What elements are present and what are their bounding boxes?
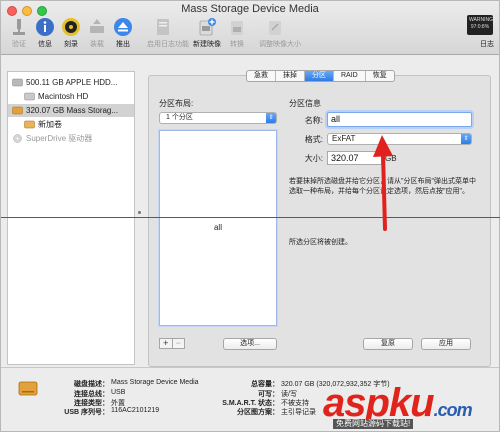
split-view-handle[interactable] <box>138 211 141 214</box>
size-label: 大小: <box>304 154 323 163</box>
partition-block-label[interactable]: all <box>160 223 276 232</box>
annotation-arrow-icon <box>373 135 393 231</box>
revert-button[interactable]: 复原 <box>363 338 413 350</box>
watermark-tld: .com <box>433 400 473 420</box>
eject-button[interactable]: 推出 <box>107 17 139 49</box>
new-image-label: 新建映像 <box>193 41 221 48</box>
title-bar: Mass Storage Device Media 验证 信息 刻录 装载 推出… <box>1 1 499 55</box>
window-title: Mass Storage Device Media <box>181 3 319 15</box>
disk-utility-window: Mass Storage Device Media 验证 信息 刻录 装载 推出… <box>0 0 500 432</box>
sidebar-item-mass-storage[interactable]: 320.07 GB Mass Storag... <box>8 104 134 117</box>
disk-description-value: Mass Storage Device Media <box>111 379 199 386</box>
external-disk-icon <box>18 381 38 396</box>
name-input[interactable]: all <box>327 112 472 127</box>
sidebar-item-new-volume[interactable]: 新加卷 <box>8 118 134 131</box>
add-partition-button[interactable]: + <box>160 339 172 348</box>
volume-icon <box>24 120 35 129</box>
partition-layout-title: 分区布局: <box>159 99 194 108</box>
disk-description-key: 磁盘描述： <box>74 381 109 388</box>
convert-button[interactable]: 转换 <box>221 17 253 49</box>
apply-button[interactable]: 应用 <box>421 338 471 350</box>
volume-icon <box>24 92 35 101</box>
sidebar-item-label: 新加卷 <box>38 120 62 129</box>
partition-layout-map: all <box>159 130 277 326</box>
resize-image-label: 调整映像大小 <box>259 41 301 48</box>
optical-drive-icon <box>13 134 22 143</box>
burn-icon <box>62 18 80 36</box>
tab-partition[interactable]: 分区 <box>305 71 334 81</box>
convert-icon <box>231 21 243 35</box>
log-display: WARNING 97:0:8% <box>469 17 493 30</box>
sidebar-item-label: Macintosh HD <box>38 92 89 101</box>
external-disk-icon <box>12 106 23 115</box>
remove-partition-button[interactable]: − <box>171 339 185 348</box>
name-label: 名称: <box>304 116 323 125</box>
convert-label: 转换 <box>230 41 244 48</box>
partition-layout-select[interactable]: 1 个分区 ⇕ <box>159 112 277 124</box>
sidebar: 500.11 GB APPLE HDD... Macintosh HD 320.… <box>7 71 135 365</box>
info-icon <box>36 18 54 36</box>
bus-value: USB <box>111 389 126 396</box>
sidebar-item-label: 320.07 GB Mass Storag... <box>26 106 119 115</box>
resize-image-icon <box>269 21 281 35</box>
sidebar-item-macintosh-hd[interactable]: Macintosh HD <box>8 90 134 103</box>
partition-scheme-key: 分区图方案： <box>237 409 279 416</box>
sidebar-item-label: 500.11 GB APPLE HDD... <box>26 78 118 87</box>
partition-scheme-value: 主引导记录 <box>281 409 316 416</box>
eject-label: 推出 <box>116 41 130 48</box>
sidebar-item-label: SuperDrive 驱动器 <box>26 134 93 143</box>
format-select[interactable]: ExFAT ⇕ <box>327 133 472 145</box>
tab-first-aid[interactable]: 急救 <box>247 71 276 81</box>
annotation-line <box>1 217 500 218</box>
resize-image-button[interactable]: 调整映像大小 <box>259 17 301 49</box>
eject-icon <box>114 18 132 36</box>
log-icon[interactable]: WARNING 97:0:8% <box>467 15 493 35</box>
sidebar-item-superdrive[interactable]: SuperDrive 驱动器 <box>8 132 134 145</box>
sidebar-item-apple-hdd[interactable]: 500.11 GB APPLE HDD... <box>8 76 134 89</box>
usb-serial-key: USB 序列号： <box>64 409 109 416</box>
new-image-button[interactable]: 新建映像 <box>191 17 223 49</box>
journal-icon <box>157 19 169 35</box>
partition-layout-value: 1 个分区 <box>166 114 193 121</box>
log-label: 日志 <box>480 41 494 48</box>
watermark-subtitle: 免费网站源码下载站! <box>333 419 414 429</box>
mount-icon <box>90 19 104 33</box>
partition-status-text: 所选分区将被创建。 <box>289 239 352 246</box>
new-image-icon <box>199 18 216 36</box>
microscope-icon <box>13 19 25 35</box>
tab-bar: 急救 抹掉 分区 RAID 恢复 <box>246 70 395 82</box>
hard-disk-icon <box>12 78 23 87</box>
capacity-key: 总容量： <box>251 381 279 388</box>
usb-serial-value: 116AC2101219 <box>111 407 160 414</box>
add-remove-partition-control: + − <box>159 338 185 349</box>
watermark-logo: aspku.com 免费网站源码下载站! <box>323 383 491 431</box>
tab-restore[interactable]: 恢复 <box>366 71 394 81</box>
enable-journal-button[interactable]: 启用日志功能 <box>147 17 189 49</box>
chevron-updown-icon: ⇕ <box>461 134 471 144</box>
options-button[interactable]: 选项... <box>223 338 277 350</box>
format-label: 格式: <box>304 135 323 144</box>
chevron-updown-icon: ⇕ <box>266 113 276 123</box>
enable-journal-label: 启用日志功能 <box>147 41 189 48</box>
tab-raid[interactable]: RAID <box>334 71 366 81</box>
tab-erase[interactable]: 抹掉 <box>276 71 305 81</box>
format-value: ExFAT <box>332 134 356 143</box>
partition-info-title: 分区信息 <box>289 99 321 108</box>
